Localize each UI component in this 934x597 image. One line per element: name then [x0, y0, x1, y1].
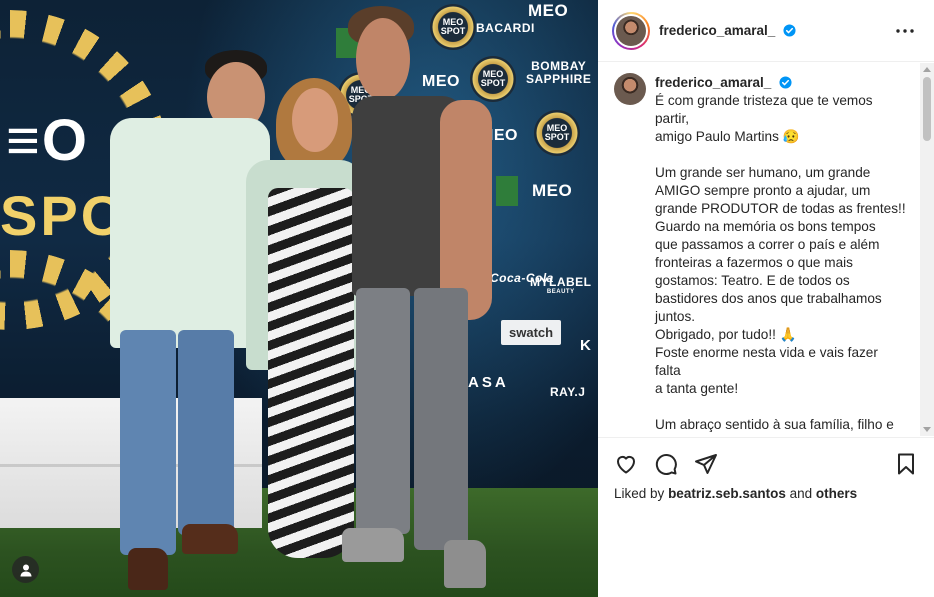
bookmark-icon	[898, 453, 914, 475]
avatar	[616, 15, 646, 46]
story-ring[interactable]	[612, 11, 650, 50]
bombay-line-2: SAPPHIRE	[526, 71, 592, 86]
caption-line: É com grande tristeza que te vemos	[655, 93, 873, 108]
post-photo[interactable]: ≡O SPOT MEO SPOT MEO SPOT MEO SPOT MEO S…	[0, 0, 598, 597]
caption-line: a tanta gente!	[655, 381, 739, 396]
heart-icon	[616, 455, 636, 474]
backdrop-swatch-logo: swatch	[501, 320, 562, 345]
caption-line: grande PRODUTOR de todas as frentes!!	[655, 201, 906, 216]
liked-by-text: Liked by beatriz.seb.santos and others	[614, 486, 857, 501]
scroll-up-arrow-icon[interactable]	[923, 67, 931, 72]
header-username[interactable]: frederico_amaral_	[659, 23, 796, 38]
avatar-frame	[614, 13, 648, 48]
backdrop-mylabel: MYLABEL BEAUTY	[530, 276, 592, 295]
liked-by-others[interactable]: others	[816, 486, 857, 501]
post-actions: Liked by beatriz.seb.santos and others	[598, 437, 934, 597]
sneaker	[342, 528, 404, 562]
header-username-text[interactable]: frederico_amaral_	[659, 23, 775, 38]
caption-username[interactable]: frederico_amaral_	[655, 75, 771, 90]
jeans-left	[356, 288, 410, 534]
face	[292, 88, 338, 152]
caption-line: AMIGO sempre pronto a ajudar, um	[655, 183, 871, 198]
more-options-button[interactable]	[894, 20, 916, 42]
caption-line: fronteiras a fazermos o que mais	[655, 255, 853, 270]
chevron-dress	[268, 188, 354, 558]
caption-line: partir,	[655, 111, 689, 126]
save-button[interactable]	[894, 452, 920, 478]
caption-area[interactable]: frederico_amaral_ É com grande tristeza …	[598, 63, 934, 436]
like-button[interactable]	[614, 452, 640, 478]
caption-line: Foste enorme nesta vida e vais fazer	[655, 345, 878, 360]
caption-avatar[interactable]	[614, 73, 646, 105]
caption-line: Obrigado, por tudo!! 🙏	[655, 327, 797, 342]
backdrop-meo-text: MEO	[532, 181, 573, 200]
jeans-right	[414, 288, 468, 550]
comment-icon	[655, 453, 677, 475]
sneaker	[444, 540, 486, 588]
backdrop-meo-logo: ≡O	[6, 108, 89, 173]
verified-badge-icon	[779, 76, 792, 89]
backdrop-bombay-sapphire: BOMBAY SAPPHIRE	[526, 60, 591, 85]
caption-line: Um abraço sentido à sua família, filho e	[655, 417, 894, 432]
liked-by-user[interactable]: beatriz.seb.santos	[668, 486, 786, 501]
liked-by-prefix: Liked by	[614, 486, 665, 501]
caption-line: bastidores dos anos que trabalhamos	[655, 291, 882, 306]
face	[356, 18, 410, 100]
comment-button[interactable]	[654, 452, 680, 478]
caption-line: Guardo na memória os bons tempos	[655, 219, 876, 234]
backdrop-bacardi-text: BACARDI	[476, 21, 535, 35]
bombay-line-1: BOMBAY	[531, 59, 587, 73]
backdrop-ray-text: RAY.J	[550, 385, 586, 399]
backdrop-meo-text: MEO	[528, 1, 569, 20]
caption-body: frederico_amaral_ É com grande tristeza …	[655, 74, 917, 434]
share-button[interactable]	[694, 452, 720, 478]
ellipsis-icon	[896, 29, 914, 33]
caption-line: Um grande ser humano, um grande	[655, 165, 871, 180]
post-header: frederico_amaral_	[598, 0, 934, 62]
backdrop-meo-spot-badge: MEO SPOT	[534, 110, 580, 156]
arm	[440, 100, 492, 320]
backdrop-k-text: K	[580, 337, 592, 354]
mylabel-line-1: MYLABEL	[530, 275, 592, 289]
caption-text: É com grande tristeza que te vemos parti…	[655, 92, 917, 434]
caption-line: juntos.	[655, 309, 696, 324]
mylabel-line-2: BEAUTY	[546, 288, 575, 295]
backdrop-meo-spot-badge: MEO SPOT	[470, 56, 516, 102]
scroll-thumb[interactable]	[923, 77, 931, 141]
liked-by-and: and	[789, 486, 813, 501]
caption-scrollbar[interactable]	[920, 63, 934, 436]
backdrop-green-tag	[496, 176, 518, 206]
caption-line: falta	[655, 363, 681, 378]
caption-line: gostamos: Teatro. E de todos os	[655, 273, 850, 288]
caption-line: amigo Paulo Martins 😥	[655, 129, 800, 144]
backdrop-meo-text: MEO	[422, 73, 460, 90]
caption-line: que passamos a correr o país e além	[655, 237, 880, 252]
user-tag-icon[interactable]	[12, 556, 39, 583]
post-side-panel: frederico_amaral_ frederico_amaral_ É co…	[598, 0, 934, 597]
caption-line-break	[655, 146, 917, 164]
verified-badge-icon	[783, 24, 796, 37]
caption-line-break	[655, 398, 917, 416]
shoe	[182, 524, 238, 554]
share-icon	[695, 454, 717, 474]
scroll-down-arrow-icon[interactable]	[923, 427, 931, 432]
backdrop-meo-spot-badge: MEO SPOT	[430, 4, 476, 50]
jeans-left	[120, 330, 176, 555]
caption-username-line: frederico_amaral_	[655, 74, 917, 92]
jeans-right	[178, 330, 234, 535]
shoe	[128, 548, 168, 590]
backdrop-casa-text: ASA	[468, 374, 509, 391]
